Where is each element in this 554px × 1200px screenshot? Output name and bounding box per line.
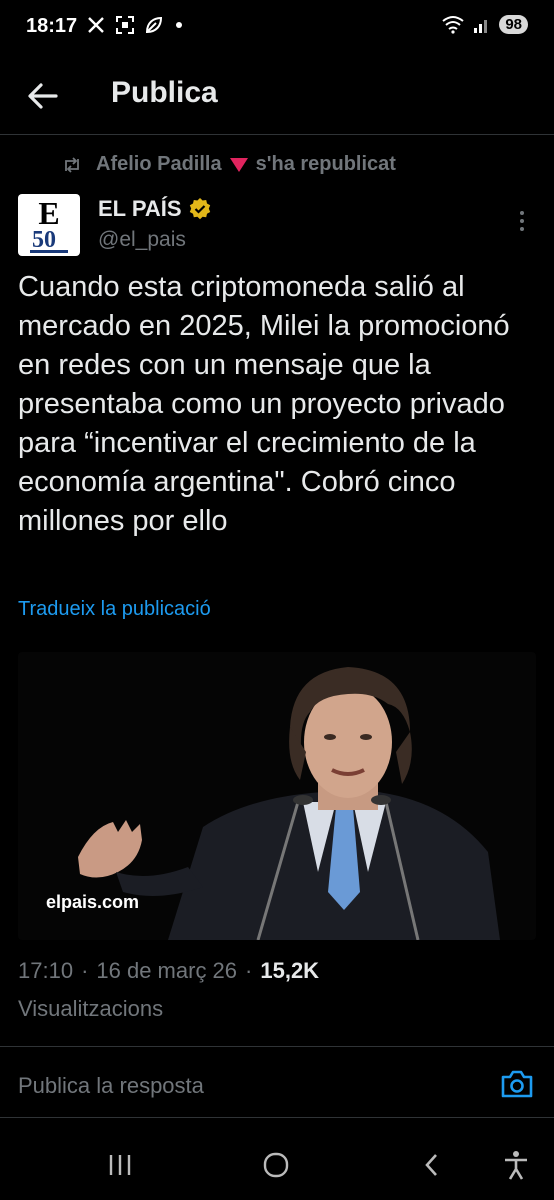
author-handle[interactable]: @el_pais bbox=[98, 228, 186, 252]
repost-indicator[interactable]: Afelio Padilla s'ha republicat bbox=[62, 153, 396, 176]
back-arrow-icon[interactable] bbox=[22, 76, 62, 116]
translate-link[interactable]: Tradueix la publicació bbox=[18, 598, 211, 621]
post-text: Cuando esta criptomoneda salió al mercad… bbox=[18, 271, 510, 537]
accessibility-button[interactable] bbox=[496, 1148, 536, 1182]
author-name[interactable]: EL PAÍS bbox=[98, 196, 212, 222]
author-name-text: EL PAÍS bbox=[98, 196, 182, 221]
status-time: 18:17 bbox=[26, 15, 78, 37]
recent-apps-icon bbox=[109, 1155, 131, 1175]
view-count[interactable]: 15,2K bbox=[260, 958, 319, 984]
red-triangle-icon bbox=[229, 157, 248, 172]
accessibility-icon bbox=[505, 1151, 527, 1180]
reply-input[interactable]: Publica la resposta bbox=[18, 1073, 204, 1099]
avatar[interactable]: E 50 bbox=[18, 194, 80, 256]
image-watermark: elpais.com bbox=[46, 892, 140, 912]
recent-apps-button[interactable] bbox=[100, 1148, 140, 1182]
app-header: Publica bbox=[0, 56, 554, 135]
reply-bar: Publica la resposta bbox=[0, 1047, 554, 1117]
repost-icon bbox=[65, 156, 79, 173]
leaf-icon bbox=[145, 16, 163, 34]
repost-text: Afelio Padilla s'ha republicat bbox=[96, 153, 396, 176]
camera-icon[interactable] bbox=[500, 1069, 534, 1099]
battery-icon: 98 bbox=[499, 14, 528, 34]
divider bbox=[0, 1117, 554, 1118]
status-bar: 18:17 98 bbox=[0, 0, 554, 56]
repost-user: Afelio Padilla bbox=[96, 153, 222, 175]
system-icons: 98 bbox=[441, 14, 528, 34]
post-timestamp: 17:10 · 16 de març 26 · 15,2K bbox=[18, 958, 320, 984]
notification-dot-icon bbox=[176, 22, 182, 28]
system-nav-bar bbox=[0, 1130, 554, 1200]
post-date: 16 de març 26 bbox=[96, 958, 238, 983]
more-options-icon[interactable] bbox=[512, 208, 532, 234]
back-button[interactable] bbox=[412, 1148, 452, 1182]
views-label[interactable]: Visualitzacions bbox=[18, 996, 163, 1022]
repost-suffix: s'ha republicat bbox=[255, 153, 396, 175]
avatar-number: 50 bbox=[32, 227, 56, 253]
signal-icon bbox=[474, 20, 488, 33]
x-logo-icon bbox=[88, 17, 104, 33]
post-image[interactable]: elpais.com bbox=[18, 652, 536, 940]
scan-icon bbox=[116, 16, 134, 34]
page-title: Publica bbox=[111, 76, 218, 109]
home-circle-icon bbox=[263, 1152, 289, 1178]
post-time: 17:10 bbox=[18, 958, 74, 983]
home-button[interactable] bbox=[256, 1148, 296, 1182]
chevron-left-icon bbox=[425, 1154, 437, 1176]
verified-badge-icon bbox=[189, 198, 210, 220]
notification-icons bbox=[86, 14, 182, 36]
wifi-icon bbox=[442, 16, 464, 34]
